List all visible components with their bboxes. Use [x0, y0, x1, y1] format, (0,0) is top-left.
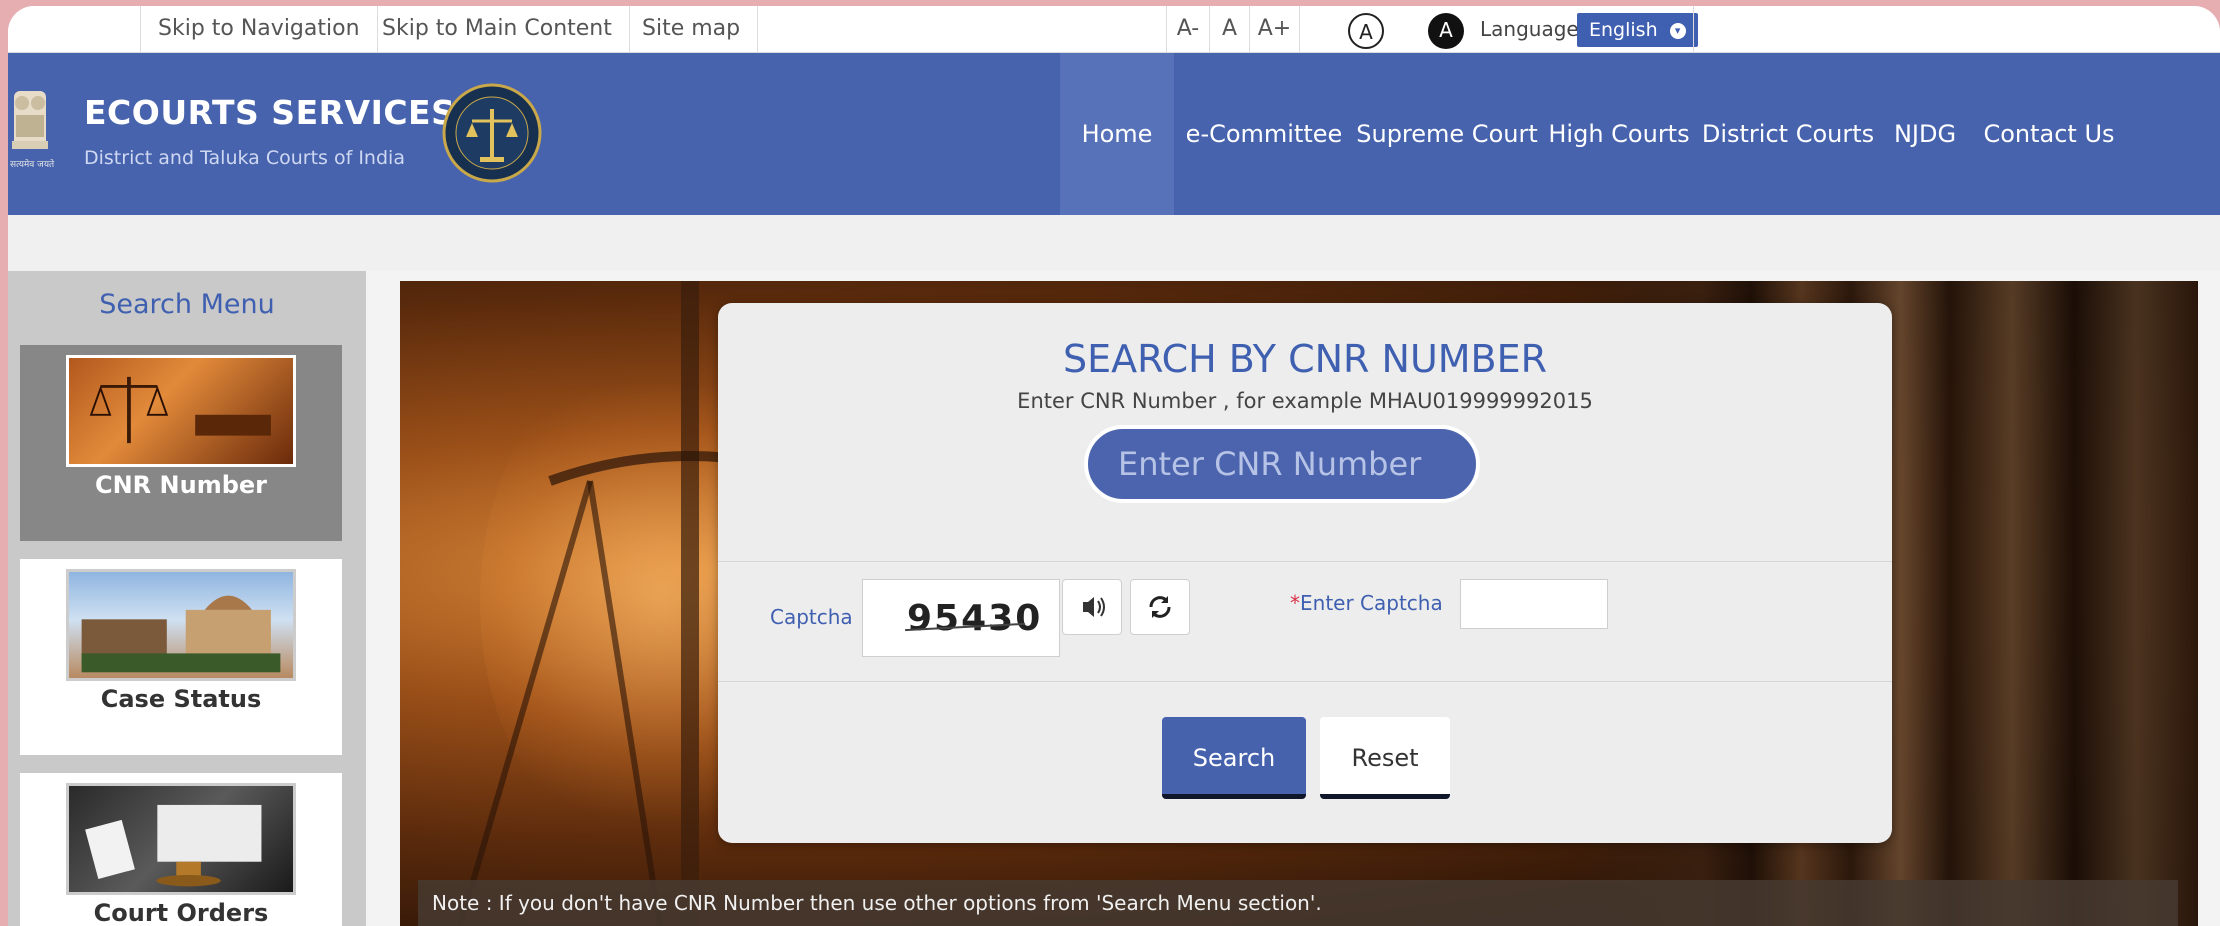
- search-menu-item-court-orders[interactable]: Court Orders: [20, 773, 342, 926]
- breadcrumb-band: [8, 215, 2220, 271]
- cnr-note: Note : If you don't have CNR Number then…: [418, 880, 2178, 926]
- search-menu-label: Case Status: [100, 685, 262, 713]
- accessibility-bar: Skip to Navigation Skip to Main Content …: [8, 6, 2220, 53]
- font-increase-button[interactable]: A+: [1250, 6, 1300, 52]
- language-label: Language: [1480, 17, 1579, 41]
- cnr-search-panel: SEARCH BY CNR NUMBER Enter CNR Number , …: [718, 303, 1892, 843]
- skip-to-main-content-link[interactable]: Skip to Main Content: [365, 6, 630, 52]
- search-menu-item-case-status[interactable]: Case Status: [20, 559, 342, 755]
- reset-button[interactable]: Reset: [1320, 717, 1450, 799]
- panel-divider: [718, 681, 1892, 682]
- captcha-input[interactable]: [1460, 579, 1608, 629]
- ecourts-logo-icon: [442, 83, 542, 183]
- svg-text:सत्यमेव जयते: सत्यमेव जयते: [10, 158, 55, 170]
- panel-divider: [718, 561, 1892, 562]
- nav-supreme-court[interactable]: Supreme Court: [1354, 53, 1540, 215]
- captcha-label: Captcha: [770, 605, 853, 629]
- language-select[interactable]: English ▾: [1577, 13, 1698, 47]
- site-title[interactable]: ECOURTS SERVICES: [84, 93, 455, 132]
- national-emblem-icon: सत्यमेव जयते: [10, 91, 55, 170]
- bar-divider: [1693, 6, 1694, 52]
- nav-high-courts[interactable]: High Courts: [1540, 53, 1698, 215]
- nav-njdg[interactable]: NJDG: [1878, 53, 1972, 215]
- court-orders-thumbnail: [66, 783, 296, 895]
- search-menu-title: Search Menu: [99, 289, 275, 320]
- skip-to-navigation-link[interactable]: Skip to Navigation: [140, 6, 378, 52]
- enter-captcha-text: Enter Captcha: [1300, 591, 1443, 615]
- chevron-down-icon: ▾: [1669, 22, 1686, 39]
- site-map-link[interactable]: Site map: [625, 6, 759, 52]
- search-menu-item-cnr-number[interactable]: CNR Number: [20, 345, 342, 541]
- speaker-icon: [1083, 597, 1105, 617]
- search-menu-label: CNR Number: [94, 471, 267, 499]
- captcha-refresh-button[interactable]: [1130, 579, 1190, 635]
- captcha-image: 95430: [862, 579, 1060, 657]
- case-status-thumbnail: [66, 569, 296, 681]
- captcha-text: 95430: [907, 598, 1043, 639]
- site-subtitle: District and Taluka Courts of India: [84, 147, 405, 169]
- high-contrast-button[interactable]: A: [1428, 13, 1464, 49]
- page-frame: Skip to Navigation Skip to Main Content …: [8, 6, 2220, 926]
- refresh-icon: [1149, 596, 1171, 618]
- captcha-audio-button[interactable]: [1062, 579, 1122, 635]
- font-normal-button[interactable]: A: [1210, 6, 1250, 52]
- search-button[interactable]: Search: [1162, 717, 1306, 799]
- enter-captcha-label: *Enter Captcha: [1290, 591, 1443, 615]
- site-header: सत्यमेव जयते ECOURTS SERVICES District a…: [8, 53, 2220, 215]
- nav-e-committee[interactable]: e-Committee: [1174, 53, 1354, 215]
- cnr-number-thumbnail: [66, 355, 296, 467]
- cnr-number-input[interactable]: [1084, 425, 1480, 503]
- panel-title: SEARCH BY CNR NUMBER: [1062, 337, 1548, 381]
- required-marker: *: [1290, 591, 1300, 615]
- search-menu-label: Court Orders: [93, 899, 269, 926]
- nav-contact-us[interactable]: Contact Us: [1972, 53, 2126, 215]
- language-value: English: [1589, 19, 1658, 41]
- panel-subtitle: Enter CNR Number , for example MHAU01999…: [1017, 389, 1593, 413]
- nav-district-courts[interactable]: District Courts: [1698, 53, 1878, 215]
- search-menu-sidebar: Search Menu CNR Number Case Status Court…: [8, 271, 366, 926]
- font-decrease-button[interactable]: A-: [1166, 6, 1210, 52]
- normal-contrast-button[interactable]: A: [1348, 13, 1384, 49]
- nav-home[interactable]: Home: [1060, 53, 1174, 215]
